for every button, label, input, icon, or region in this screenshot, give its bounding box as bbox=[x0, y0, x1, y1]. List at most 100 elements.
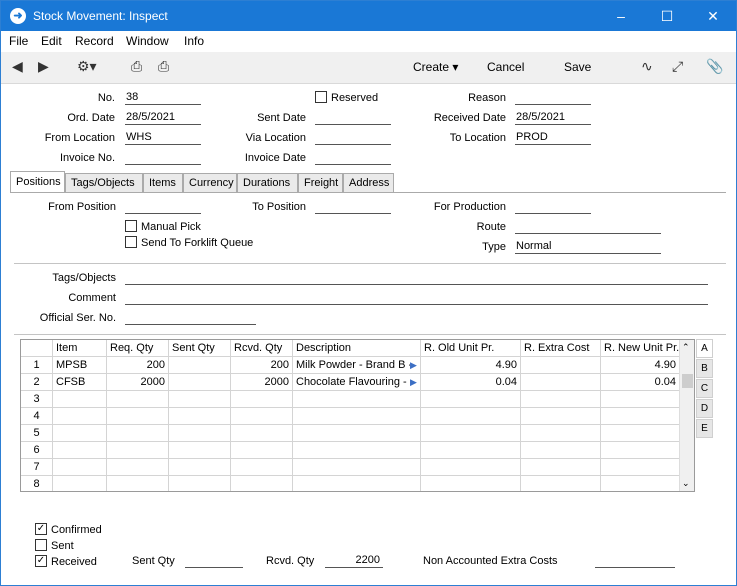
grid-cell[interactable] bbox=[521, 425, 601, 442]
grid-cell[interactable] bbox=[293, 476, 421, 491]
grid-cell[interactable] bbox=[601, 476, 680, 491]
grid-side-tab-c[interactable]: C bbox=[696, 379, 713, 398]
tab-items[interactable]: Items bbox=[143, 173, 183, 192]
grid-cell[interactable]: Chocolate Flavouring - B bbox=[293, 374, 421, 391]
close-button[interactable]: ✕ bbox=[690, 1, 736, 31]
activity-icon[interactable]: ∿ bbox=[641, 58, 653, 75]
to-location-field[interactable]: PROD bbox=[515, 131, 591, 145]
grid-side-tab-d[interactable]: D bbox=[696, 399, 713, 418]
grid-cell[interactable] bbox=[521, 357, 601, 374]
grid-cell[interactable] bbox=[293, 425, 421, 442]
ord-date-field[interactable]: 28/5/2021 bbox=[125, 111, 201, 125]
manual-pick-checkbox[interactable] bbox=[125, 220, 137, 232]
menu-record[interactable]: Record bbox=[75, 34, 114, 48]
tab-freight[interactable]: Freight bbox=[298, 173, 343, 192]
expand-icon[interactable]: ⤢ bbox=[672, 58, 683, 75]
paste-special-arrow-icon[interactable]: ▶ bbox=[410, 374, 417, 390]
grid-cell[interactable]: 2000 bbox=[231, 374, 293, 391]
grid-cell[interactable] bbox=[293, 442, 421, 459]
scroll-up-icon[interactable]: ⌃ bbox=[682, 342, 690, 353]
grid-cell[interactable] bbox=[107, 476, 169, 491]
grid-cell[interactable] bbox=[169, 374, 231, 391]
grid-cell[interactable] bbox=[521, 408, 601, 425]
tab-positions[interactable]: Positions bbox=[10, 171, 65, 193]
scroll-down-icon[interactable]: ⌄ bbox=[682, 478, 690, 489]
tab-address[interactable]: Address bbox=[343, 173, 394, 192]
grid-cell[interactable] bbox=[107, 442, 169, 459]
grid-cell[interactable] bbox=[421, 391, 521, 408]
grid-cell[interactable] bbox=[231, 425, 293, 442]
route-field[interactable] bbox=[515, 220, 661, 234]
reserved-checkbox[interactable] bbox=[315, 91, 327, 103]
grid-cell[interactable] bbox=[521, 459, 601, 476]
reason-field[interactable] bbox=[515, 91, 591, 105]
previous-record-icon[interactable]: ◀ bbox=[12, 58, 23, 75]
grid-side-tab-a[interactable]: A bbox=[696, 339, 713, 358]
grid-cell[interactable] bbox=[421, 442, 521, 459]
grid-cell[interactable] bbox=[53, 425, 107, 442]
save-button[interactable]: Save bbox=[564, 60, 591, 74]
grid-cell[interactable]: 200 bbox=[231, 357, 293, 374]
grid-cell[interactable] bbox=[601, 408, 680, 425]
grid-cell[interactable] bbox=[53, 391, 107, 408]
grid-cell[interactable] bbox=[293, 391, 421, 408]
attachment-icon[interactable]: 📎 bbox=[706, 58, 723, 75]
from-position-field[interactable] bbox=[125, 200, 201, 214]
grid-scrollbar[interactable]: ⌃ ⌄ bbox=[679, 340, 694, 491]
print-preview-icon[interactable]: ⎙ bbox=[158, 58, 169, 75]
grid-cell[interactable] bbox=[521, 374, 601, 391]
grid-cell[interactable]: 0.04 bbox=[421, 374, 521, 391]
grid-cell[interactable] bbox=[521, 476, 601, 491]
to-position-field[interactable] bbox=[315, 200, 391, 214]
scroll-thumb[interactable] bbox=[682, 374, 693, 388]
tab-tags-objects[interactable]: Tags/Objects bbox=[65, 173, 143, 192]
grid-cell[interactable] bbox=[231, 459, 293, 476]
invoice-date-field[interactable] bbox=[315, 151, 391, 165]
settings-gear-icon[interactable]: ⚙▾ bbox=[77, 58, 97, 75]
grid-side-tab-e[interactable]: E bbox=[696, 419, 713, 438]
grid-cell[interactable] bbox=[107, 425, 169, 442]
grid-cell[interactable] bbox=[601, 459, 680, 476]
grid-cell[interactable] bbox=[53, 408, 107, 425]
grid-cell[interactable] bbox=[53, 442, 107, 459]
tab-durations[interactable]: Durations bbox=[237, 173, 298, 192]
grid-cell[interactable] bbox=[169, 391, 231, 408]
grid-cell[interactable]: 4.90 bbox=[601, 357, 680, 374]
grid-cell[interactable]: Milk Powder - Brand B - bbox=[293, 357, 421, 374]
grid-cell[interactable] bbox=[107, 408, 169, 425]
type-field[interactable]: Normal bbox=[515, 240, 661, 254]
grid-cell[interactable] bbox=[53, 459, 107, 476]
tab-currency[interactable]: Currency bbox=[183, 173, 237, 192]
forklift-queue-checkbox[interactable] bbox=[125, 236, 137, 248]
grid-cell[interactable] bbox=[601, 442, 680, 459]
invoice-no-field[interactable] bbox=[125, 151, 201, 165]
grid-cell[interactable] bbox=[231, 408, 293, 425]
grid-cell[interactable] bbox=[107, 459, 169, 476]
create-menu-button[interactable]: Create ▾ bbox=[413, 60, 458, 74]
received-checkbox[interactable]: ✓ bbox=[35, 555, 47, 567]
grid-cell[interactable]: 200 bbox=[107, 357, 169, 374]
grid-cell[interactable]: 4.90 bbox=[421, 357, 521, 374]
grid-cell[interactable] bbox=[421, 408, 521, 425]
grid-cell[interactable] bbox=[601, 425, 680, 442]
from-location-field[interactable]: WHS bbox=[125, 131, 201, 145]
menu-edit[interactable]: Edit bbox=[41, 34, 62, 48]
grid-cell[interactable] bbox=[231, 476, 293, 491]
minimize-button[interactable]: – bbox=[598, 1, 644, 31]
grid-cell[interactable]: MPSB bbox=[53, 357, 107, 374]
menu-window[interactable]: Window bbox=[126, 34, 169, 48]
print-icon[interactable]: ⎙ bbox=[131, 58, 142, 75]
sent-date-field[interactable] bbox=[315, 111, 391, 125]
grid-cell[interactable] bbox=[521, 391, 601, 408]
grid-cell[interactable] bbox=[169, 459, 231, 476]
menu-info[interactable]: Info bbox=[184, 34, 204, 48]
grid-cell[interactable] bbox=[421, 425, 521, 442]
grid-cell[interactable] bbox=[421, 459, 521, 476]
received-date-field[interactable]: 28/5/2021 bbox=[515, 111, 591, 125]
cancel-button[interactable]: Cancel bbox=[487, 60, 524, 74]
grid-cell[interactable] bbox=[421, 476, 521, 491]
grid-cell[interactable] bbox=[231, 391, 293, 408]
no-field[interactable]: 38 bbox=[125, 91, 201, 105]
next-record-icon[interactable]: ▶ bbox=[38, 58, 49, 75]
confirmed-checkbox[interactable]: ✓ bbox=[35, 523, 47, 535]
